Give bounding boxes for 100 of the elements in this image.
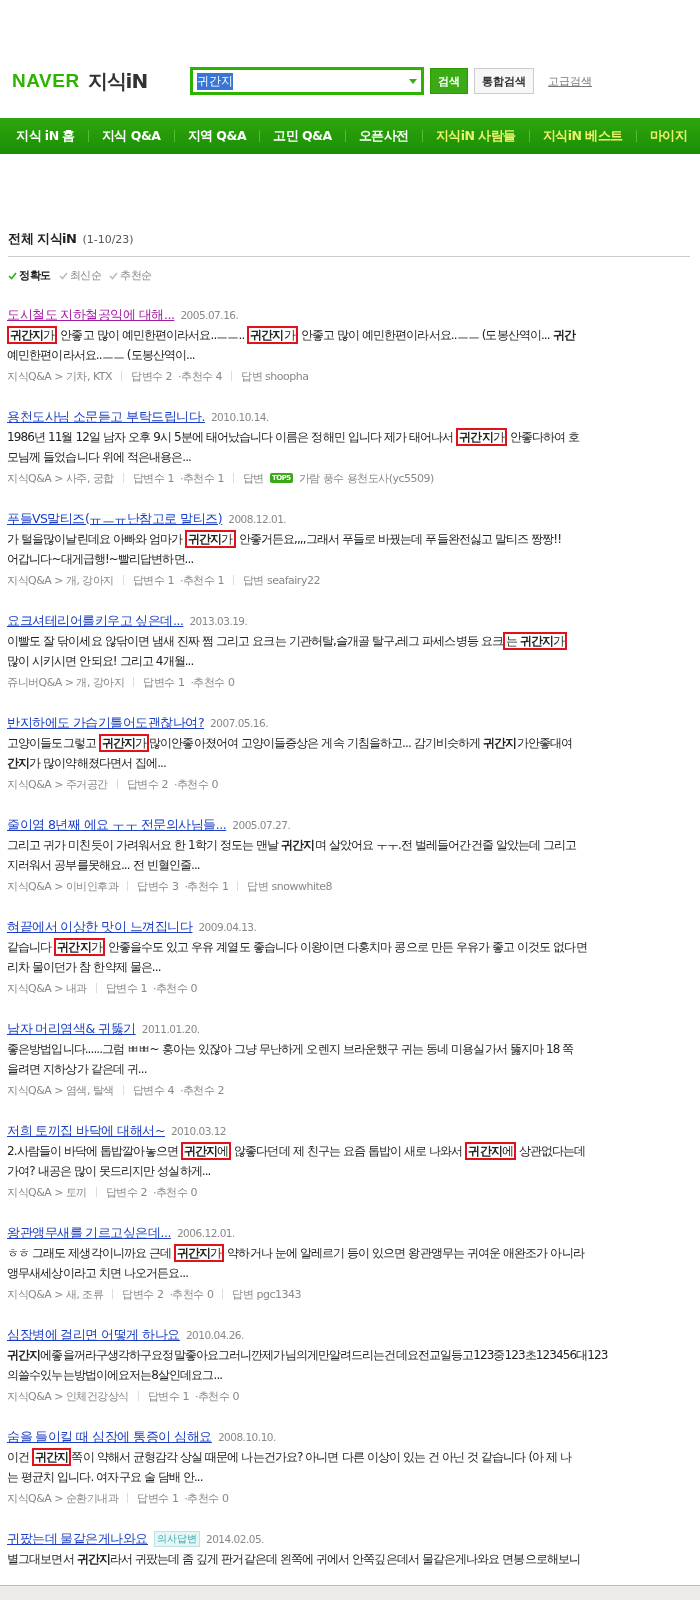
result-range: (1-10/23) (82, 233, 134, 246)
result-title-link[interactable]: 반지하에도 가습기틀어도괜찮나여? (7, 714, 205, 732)
snippet-line: 1986년 11월 12일 남자 오후 9시 5분에 태어났습니다 이름은 정해민 입니다 제가 태어나서 귀간지가 안좋다하여 호 (7, 427, 581, 447)
recommend-count: ·추천수 1 (184, 878, 229, 894)
result-title-link[interactable]: 용천도사님 소문듣고 부탁드립니다. (7, 408, 205, 426)
snippet-line: 지러워서 공부를못해요... 전 빈혈인줄... (7, 857, 201, 874)
result-category: 지식Q&A > 내과 (7, 980, 87, 996)
answer-count: 답변수 1 (137, 1490, 179, 1506)
result-title-link[interactable]: 혀끝에서 이상한 맛이 느껴집니다 (7, 918, 193, 936)
result-title-link[interactable]: 요크셔테리어를키우고 싶은데... (7, 612, 184, 630)
nav-tab[interactable]: 지식 Q&A (101, 127, 161, 145)
result-date: 2010.03.12 (170, 1125, 227, 1137)
result-title-link[interactable]: 왕관앵무새를 기르고싶은데... (7, 1224, 171, 1242)
nav-tab[interactable]: 지식 iN 홈 (16, 127, 75, 145)
result-date: 2011.01.20. (141, 1023, 200, 1035)
answer-count: 답변수 2 (122, 1286, 164, 1302)
snippet-line: 예민한편이라서요..ㅡㅡ (도봉산역이... (7, 347, 196, 364)
snippet-line: 이건 귀간지 쪽이 약해서 균형감각 상실 때문에 나는건가요? 아니면 다른 이상이 있는 건 아닌 것 같습니다 (아 제 나 (7, 1447, 573, 1467)
snippet-line: 같습니다 귀간지가 안좋을수도 있고 우유 계열도 좋습니다 이왕이면 다홍치마 콩으로 만든 우유가 좋고 이것도 없다면 (7, 937, 588, 957)
recommend-count: ·추천수 1 (179, 572, 224, 588)
answerer: 답변 snowwhite8 (247, 878, 332, 894)
caret-icon[interactable] (409, 78, 417, 84)
answerer: 답변 (242, 470, 264, 486)
doctor-answer-badge: 의사답변 (154, 1531, 200, 1547)
result-category: 지식Q&A > 사주, 궁합 (7, 470, 114, 486)
snippet-line: 많이 시키시면 안되요! 그리고 4개월... (7, 653, 195, 670)
result-date: 2010.10.14. (210, 411, 269, 423)
recommend-count: ·추천수 0 (174, 776, 218, 792)
result-date: 2014.02.05. (206, 1533, 264, 1545)
result-date: 2010.04.26. (185, 1329, 244, 1341)
recommend-count: ·추천수 0 (153, 980, 197, 996)
nav-tab[interactable]: 지역 Q&A (187, 127, 247, 145)
result-date: 2008.12.01. (228, 513, 287, 525)
snippet-line: 가 털을많이날린데요 아빠와 엄마가 귀간지가 안좋거든요,,,,그래서 푸들로 바꿨는데 푸들완전싫고 말티즈 짱짱!! (7, 529, 563, 549)
recommend-count: ·추천수 0 (190, 674, 235, 690)
snippet-line: 의쓸수있누는방법이에요저는8살인데요그... (7, 1367, 224, 1384)
result-date: 2005.07.16. (180, 309, 239, 321)
recommend-count: ·추천수 1 (179, 470, 224, 486)
snippet-line: 고양이들도그렇고 귀간지가 많이안좋아졌어여 고양이들증상은 게속 기침을하고... 감기비슷하게 귀간지가안좋대여 (7, 733, 574, 753)
snippet-line: 모님께 들었습니다 위에 적은내용은... (7, 449, 192, 466)
result-date: 2008.10.10. (217, 1431, 276, 1443)
result-date: 2007.05.16. (210, 717, 269, 729)
recommend-count: ·추천수 0 (195, 1388, 239, 1404)
advanced-search-link[interactable]: 고급검색 (548, 73, 592, 89)
result-category: 지식Q&A > 주거공간 (7, 776, 108, 792)
result-title-link[interactable]: 저희 토끼집 바닥에 대해서~ (7, 1122, 165, 1140)
snippet-line: 을려면 지하상가 같은데 귀... (7, 1061, 148, 1078)
result-category: 지식Q&A > 인체건강상식 (7, 1388, 129, 1404)
answerer: 답변 pgc1343 (232, 1286, 301, 1302)
recommend-count: ·추천수 0 (169, 1286, 214, 1302)
result-category: 지식Q&A > 토끼 (7, 1184, 87, 1200)
result-category: 지식Q&A > 새, 조류 (7, 1286, 104, 1302)
snippet-line: 좋은방법입니다......그럼 ㅃㅃ~ 홍아는 있잖아 그냥 무난하게 오렌지 브라운했구 귀는 동네 미용실가서 뚫지마 18 쪽 (7, 1041, 575, 1058)
answerer: 답변 seafairy22 (242, 572, 320, 588)
recommend-count: ·추천수 2 (179, 1082, 224, 1098)
snippet-line: 앵무새세상이라고 치면 나오거든요... (7, 1265, 190, 1282)
result-title-link[interactable]: 심장병에 걸리면 어떻게 하나요 (7, 1326, 180, 1344)
result-title-link[interactable]: 남자 머리염색& 귀뚫기 (7, 1020, 136, 1038)
snippet-line: 귀간지가 안좋고 많이 예민한편이라서요..ㅡㅡ.. 귀간지가 안좋고 많이 예민한편이라서요..ㅡㅡ (도봉산역이... 귀간 (7, 325, 700, 345)
result-date: 2006.12.01. (176, 1227, 235, 1239)
section-title: 전체 지식iN (8, 230, 77, 248)
answer-count: 답변수 4 (132, 1082, 174, 1098)
snippet-line: 그리고 귀가 미친듯이 가려워서요 한 1학기 정도는 맨날 귀간지며 살았어요 ㅜㅜ.전 벌레들어간건줄 알았는데 그리고 (7, 837, 578, 854)
nav-tab[interactable]: 오픈사전 (358, 127, 409, 145)
answer-count: 답변수 3 (137, 878, 179, 894)
result-title-link[interactable]: 줄이염 8년째 에요 ㅜㅜ 전문의사님들... (7, 816, 227, 834)
snippet-line: 어갑니다~대게급행!~빨리답변하면... (7, 551, 195, 568)
snippet-line: 귀간지에좋을꺼라구생각하구요정말좋아요그러니깐제가님의게만알려드리는건데요전교일등고123중123초123456대123 (7, 1347, 609, 1364)
snippet-line: 리차 물이던가 참 한약제 물은... (7, 959, 162, 976)
check-icon (8, 272, 17, 280)
search-field[interactable]: 귀간지 (190, 67, 424, 95)
result-title-link[interactable]: 귀팠는데 물같은게나와요 (7, 1530, 148, 1548)
integrated-search-button[interactable]: 통합검색 (474, 68, 534, 94)
snippet-line: 2.사람들이 바닥에 톱밥깔아놓으면 귀간지에 않좋다던데 제 친구는 요즘 톱밥이 새로 나와서 귀간지에 상관없다는데 (7, 1141, 587, 1161)
snippet-line: 별그대보면서 귀간지라서 귀팠는데 좀 깊게 판거같은데 왼쪽에 귀에서 안쪽깊은데서 물같은게나와요 면봉으로해보니 (7, 1551, 582, 1568)
result-category: 쥬니버Q&A > 개, 강아지 (7, 674, 125, 690)
nav-tab[interactable]: 고민 Q&A (273, 127, 332, 145)
result-category: 지식Q&A > 기차, KTX (7, 368, 113, 384)
answerer-name: 가람 풍수 용천도사(yc5509) (298, 470, 434, 486)
answer-count: 답변수 1 (143, 674, 185, 690)
snippet-line: 간지가 많이약해졌다면서 집에... (7, 755, 167, 772)
snippet-line: ㅎㅎ 그래도 제생각이니까요 근데 귀간지가 약하거나 눈에 알레르기 등이 있으면 왕관앵무는 귀여운 애완조가 아니라 (7, 1243, 586, 1263)
result-title-link[interactable]: 숨을 들이킬 때 심장에 통증이 심해요 (7, 1428, 212, 1446)
result-title-link[interactable]: 도시철도 지하철공익에 대해... (7, 306, 175, 324)
sort-option[interactable]: 정확도 (8, 269, 51, 283)
sort-option[interactable]: 추천순 (109, 269, 152, 283)
snippet-line: 는 평균치 입니다. 여자구요 술 담배 안... (7, 1469, 204, 1486)
result-category: 지식Q&A > 개, 강아지 (7, 572, 114, 588)
logo-service[interactable]: 지식iN (87, 67, 148, 95)
recommend-count: ·추천수 4 (178, 368, 223, 384)
result-date: 2013.03.19. (189, 615, 248, 627)
answer-count: 답변수 1 (148, 1388, 189, 1404)
sort-option[interactable]: 최신순 (58, 269, 101, 283)
result-date: 2005.07.27. (232, 819, 291, 831)
answer-count: 답변수 1 (132, 470, 174, 486)
result-date: 2009.04.13. (198, 921, 257, 933)
result-title-link[interactable]: 푸들VS말티즈(ㅠㅡㅠ난참고로 말티즈) (7, 510, 223, 528)
recommend-count: ·추천수 0 (153, 1184, 197, 1200)
snippet-line: 가여? 내공은 많이 못드리지만 성실하게... (7, 1163, 212, 1180)
answerer: 답변 shoopha (241, 368, 309, 384)
